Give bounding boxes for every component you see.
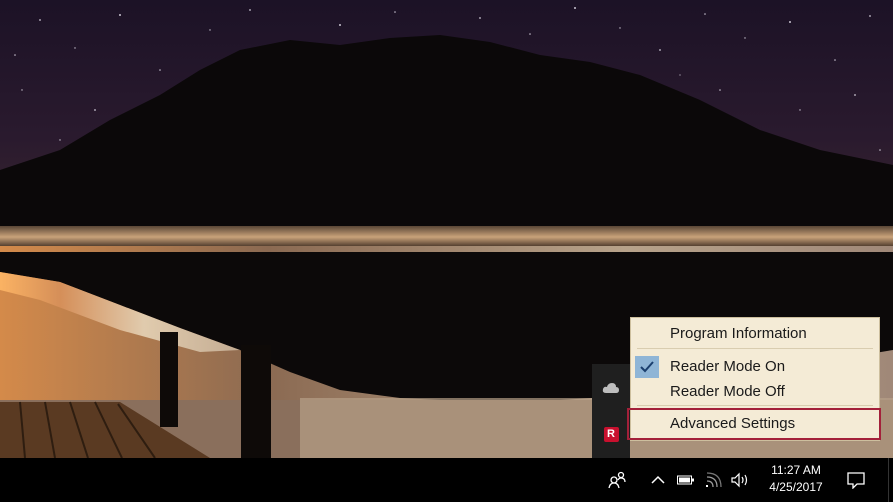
menu-item-program-information[interactable]: Program Information [631, 322, 879, 346]
menu-item-label: Reader Mode Off [670, 383, 785, 400]
clock-time: 11:27 AM [771, 463, 821, 477]
battery-icon[interactable] [676, 470, 696, 490]
network-icon[interactable] [704, 470, 724, 490]
menu-item-reader-mode-on[interactable]: Reader Mode On [631, 355, 879, 379]
volume-icon[interactable] [729, 470, 751, 490]
reader-mode-context-menu: Program Information Reader Mode On Reade… [630, 317, 880, 441]
show-desktop-button[interactable] [888, 458, 893, 502]
checkmark-icon [635, 356, 659, 378]
menu-separator [637, 348, 873, 349]
menu-item-advanced-settings[interactable]: Advanced Settings [631, 412, 879, 436]
taskbar-clock[interactable]: 11:27 AM 4/25/2017 [760, 462, 832, 496]
menu-item-label: Program Information [670, 325, 807, 342]
clock-date: 4/25/2017 [769, 480, 823, 494]
chevron-up-icon[interactable] [650, 470, 666, 490]
menu-item-reader-mode-off[interactable]: Reader Mode Off [631, 380, 879, 404]
menu-item-label: Reader Mode On [670, 358, 786, 375]
people-icon[interactable] [607, 470, 629, 490]
tray-overflow-flyout: R [592, 364, 630, 458]
menu-item-label: Advanced Settings [670, 415, 796, 432]
reader-badge: R [603, 426, 619, 442]
notification-icon[interactable] [845, 470, 867, 490]
cloud-icon[interactable] [601, 378, 621, 398]
menu-separator [637, 405, 873, 406]
taskbar: 11:27 AM 4/25/2017 [0, 458, 893, 502]
reader-mode-app-icon[interactable]: R [601, 424, 621, 444]
